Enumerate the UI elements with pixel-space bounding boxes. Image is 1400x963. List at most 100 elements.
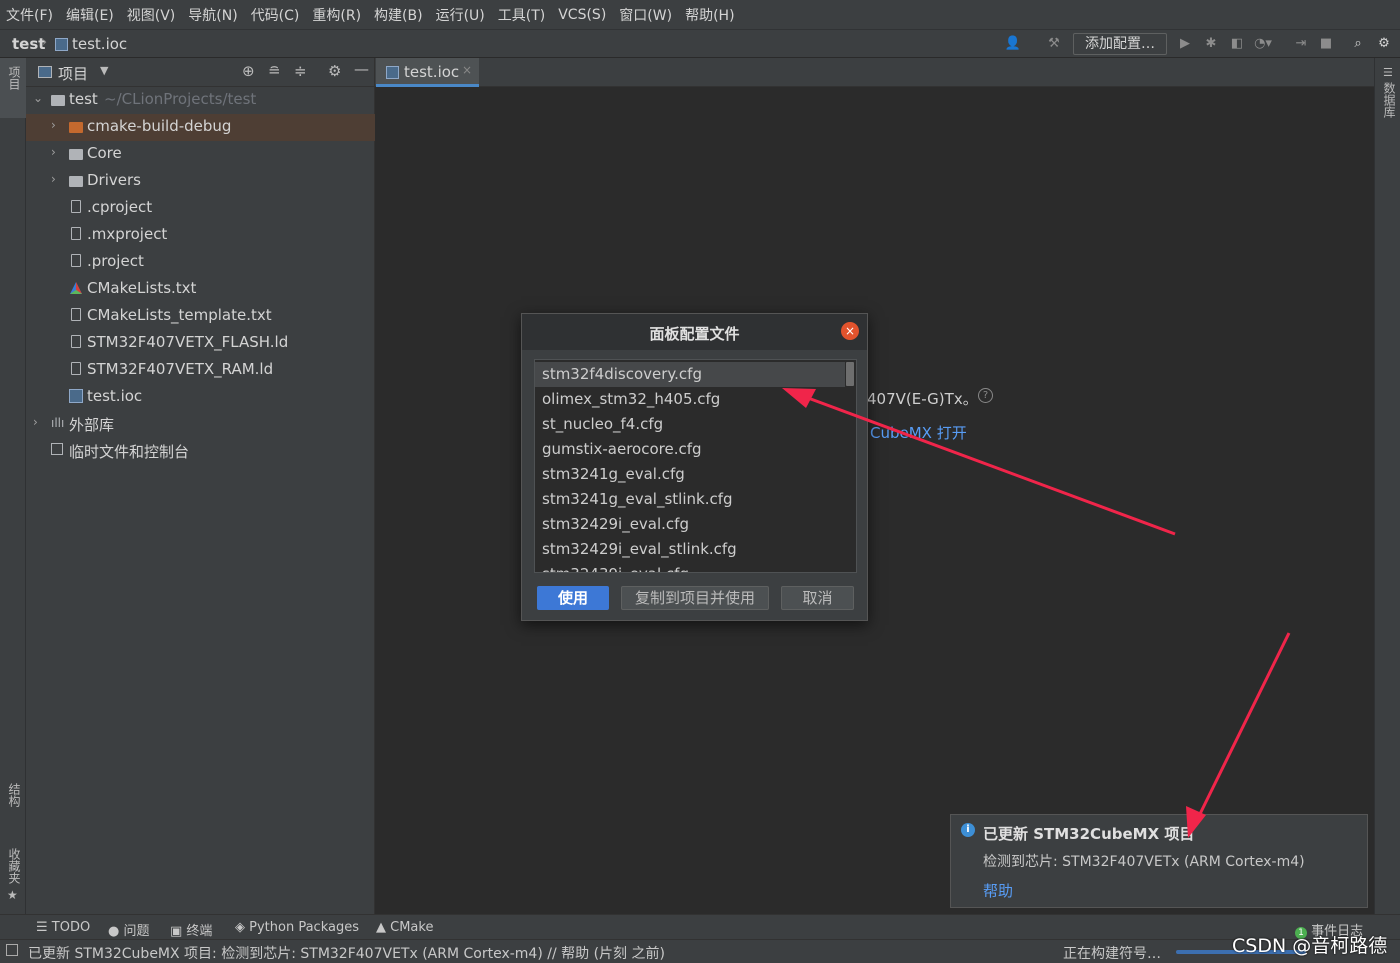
cancel-button[interactable]: 取消 [781, 586, 854, 610]
breadcrumb-separator-icon: › [42, 35, 48, 50]
add-configuration-button[interactable]: 添加配置… [1073, 33, 1167, 55]
menu-navigate[interactable]: 导航(N) [188, 5, 237, 25]
user-icon[interactable]: 👤▾ [1004, 35, 1022, 69]
tab-test-ioc[interactable]: test.ioc × [376, 58, 479, 87]
tree-item-label: 临时文件和控制台 [69, 443, 190, 461]
list-item[interactable]: stm3241g_eval.cfg [535, 462, 845, 487]
help-question-icon[interactable]: ? [978, 388, 993, 403]
menu-view[interactable]: 视图(V) [127, 5, 176, 25]
tree-item-cmakelists-template[interactable]: CMakeLists_template.txt [26, 303, 375, 330]
python-packages-label: Python Packages [249, 920, 359, 935]
right-tool-stripe: ☰ 数据库 [1374, 58, 1400, 914]
run-icon[interactable]: ▶ [1176, 35, 1194, 53]
tree-item-project[interactable]: .project [26, 249, 375, 276]
project-tool-tab[interactable]: 项目 [0, 58, 26, 118]
tree-item-external-libraries[interactable]: › ıllı 外部库 [26, 411, 375, 438]
list-item[interactable]: stm32439i_eval.cfg [535, 562, 845, 572]
locate-target-icon[interactable]: ⊕ [242, 62, 255, 80]
tree-item-cproject[interactable]: .cproject [26, 195, 375, 222]
menu-file[interactable]: 文件(F) [6, 5, 53, 25]
menu-build[interactable]: 构建(B) [374, 5, 423, 25]
menu-help[interactable]: 帮助(H) [685, 5, 734, 25]
tree-item-ram-ld[interactable]: STM32F407VETX_RAM.ld [26, 357, 375, 384]
open-in-cubemx-link[interactable]: CubeMX 打开 [870, 422, 967, 443]
menu-edit[interactable]: 编辑(E) [66, 5, 114, 25]
chevron-right-icon: › [33, 415, 38, 429]
cmake-tool[interactable]: ▲ CMake [376, 920, 433, 935]
progress-label: 正在构建符号… [1063, 946, 1161, 962]
menu-window[interactable]: 窗口(W) [619, 5, 672, 25]
folder-icon [69, 176, 83, 187]
bottom-tool-bar: ☰ TODO ● 问题 ▣ 终端 ◈ Python Packages ▲ CMa… [0, 914, 1400, 939]
expand-all-icon[interactable]: ≘ [268, 62, 281, 80]
copy-to-project-button[interactable]: 复制到项目并使用 [621, 586, 769, 610]
menu-tools[interactable]: 工具(T) [498, 5, 545, 25]
menu-vcs[interactable]: VCS(S) [558, 7, 606, 23]
tree-item-drivers[interactable]: › Drivers [26, 168, 375, 195]
tree-root-test[interactable]: ⌄ test ~/CLionProjects/test [26, 87, 375, 114]
list-item[interactable]: stm3241g_eval_stlink.cfg [535, 487, 845, 512]
coverage-icon[interactable]: ◧ [1228, 35, 1246, 53]
breadcrumb-file[interactable]: test.ioc [72, 35, 127, 53]
problems-icon: ● [108, 924, 124, 939]
tree-item-label: STM32F407VETX_RAM.ld [87, 360, 274, 378]
list-item[interactable]: olimex_stm32_h405.cfg [535, 387, 845, 412]
hide-panel-icon[interactable]: — [354, 60, 369, 78]
status-message[interactable]: 已更新 STM32CubeMX 项目: 检测到芯片: STM32F407VETx… [28, 943, 665, 963]
project-view-icon [38, 66, 52, 78]
toggle-tool-windows-icon[interactable] [6, 944, 18, 956]
panel-settings-icon[interactable]: ⚙ [328, 62, 341, 80]
python-packages-tool[interactable]: ◈ Python Packages [235, 920, 359, 935]
notification-help-link[interactable]: 帮助 [983, 880, 1013, 901]
watermark: CSDN @音柯路德 [1232, 935, 1388, 957]
dialog-close-icon[interactable]: × [841, 322, 859, 340]
project-panel: 项目 ▼ ⊕ ≘ ≑ ⚙ — ⌄ test ~/CLionProjects/te… [26, 58, 375, 914]
use-button[interactable]: 使用 [537, 586, 609, 610]
tree-item-flash-ld[interactable]: STM32F407VETX_FLASH.ld [26, 330, 375, 357]
dropdown-chevron-icon[interactable]: ▼ [100, 64, 108, 77]
search-icon[interactable]: ⌕ [1349, 35, 1367, 53]
menu-run[interactable]: 运行(U) [436, 5, 485, 25]
file-icon [71, 362, 81, 375]
library-bars-icon: ıllı [51, 416, 65, 430]
terminal-tool[interactable]: ▣ 终端 [170, 920, 212, 939]
build-hammer-icon[interactable]: ⚒ [1045, 35, 1063, 53]
tab-close-icon[interactable]: × [462, 63, 472, 77]
structure-tool-label[interactable]: 结构 [6, 783, 23, 807]
config-file-list[interactable]: stm32f4discovery.cfg olimex_stm32_h405.c… [534, 359, 857, 573]
menu-refactor[interactable]: 重构(R) [312, 5, 361, 25]
scratch-clock-icon [51, 443, 63, 455]
folder-icon [69, 149, 83, 160]
database-tool-label[interactable]: 数据库 [1381, 82, 1398, 118]
tree-item-test-ioc[interactable]: test.ioc [26, 384, 375, 411]
file-icon [71, 227, 81, 240]
list-item[interactable]: gumstix-aerocore.cfg [535, 437, 845, 462]
ioc-file-icon [55, 38, 68, 51]
tree-item-mxproject[interactable]: .mxproject [26, 222, 375, 249]
tree-item-cmakelists[interactable]: CMakeLists.txt [26, 276, 375, 303]
tree-item-core[interactable]: › Core [26, 141, 375, 168]
todo-tool[interactable]: ☰ TODO [36, 920, 90, 935]
list-item[interactable]: stm32429i_eval_stlink.cfg [535, 537, 845, 562]
notification-balloon: i 已更新 STM32CubeMX 项目 检测到芯片: STM32F407VET… [950, 814, 1368, 908]
menu-code[interactable]: 代码(C) [251, 5, 300, 25]
list-item[interactable]: st_nucleo_f4.cfg [535, 412, 845, 437]
list-item[interactable]: stm32429i_eval.cfg [535, 512, 845, 537]
collapse-all-icon[interactable]: ≑ [294, 62, 307, 80]
project-panel-title[interactable]: 项目 [58, 63, 88, 84]
tree-item-cmake-build-debug[interactable]: › cmake-build-debug [26, 114, 375, 141]
tree-item-label: CMakeLists.txt [87, 279, 197, 297]
menu-bar: 文件(F) 编辑(E) 视图(V) 导航(N) 代码(C) 重构(R) 构建(B… [0, 0, 1400, 29]
problems-tool[interactable]: ● 问题 [108, 920, 150, 939]
navigation-bar: test › test.ioc 👤▾ ⚒ 添加配置… ▶ ✱ ◧ ◔▾ ⇥ ■ … [0, 29, 1400, 69]
attach-icon[interactable]: ⇥ [1292, 35, 1310, 53]
list-scrollbar[interactable] [846, 362, 854, 386]
settings-gear-icon[interactable]: ⚙ [1375, 35, 1393, 53]
favorites-tool-label[interactable]: 收藏夹 [6, 848, 23, 884]
breadcrumb-project[interactable]: test [12, 35, 45, 53]
debug-icon[interactable]: ✱ [1202, 35, 1220, 53]
stop-icon[interactable]: ■ [1317, 35, 1335, 53]
tree-item-scratches[interactable]: 临时文件和控制台 [26, 438, 375, 465]
list-item-selected[interactable]: stm32f4discovery.cfg [535, 362, 845, 387]
profile-icon[interactable]: ◔▾ [1254, 35, 1272, 53]
